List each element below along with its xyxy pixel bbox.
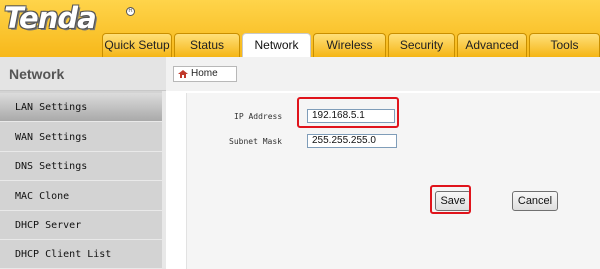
- tab-advanced[interactable]: Advanced: [457, 33, 527, 57]
- sidebar-title: Network: [0, 57, 166, 91]
- sidebar-item-dns-settings[interactable]: DNS Settings: [0, 152, 162, 181]
- header-bar: Tenda R Quick Setup Status Network Wirel…: [0, 0, 600, 58]
- registered-mark-icon: R: [126, 7, 135, 16]
- sidebar: Network LAN Settings WAN Settings DNS Se…: [0, 57, 166, 269]
- cancel-button[interactable]: Cancel: [512, 191, 558, 211]
- tenda-logo: Tenda R: [4, 1, 135, 35]
- sidebar-item-wan-settings[interactable]: WAN Settings: [0, 123, 162, 152]
- tab-wireless[interactable]: Wireless: [313, 33, 386, 57]
- sidebar-item-lan-settings[interactable]: LAN Settings: [0, 93, 162, 122]
- lan-settings-form: IP Address 192.168.5.1 Subnet Mask 255.2…: [186, 93, 600, 269]
- tab-security[interactable]: Security: [388, 33, 455, 57]
- sidebar-item-mac-clone[interactable]: MAC Clone: [0, 182, 162, 211]
- save-highlight: [430, 185, 471, 214]
- subnet-mask-label: Subnet Mask: [229, 137, 282, 146]
- ip-address-highlight: [297, 97, 399, 128]
- logo-text: Tenda: [4, 1, 97, 35]
- sidebar-divider: [162, 91, 166, 269]
- breadcrumb: Home: [166, 57, 600, 91]
- sidebar-item-dhcp-client-list[interactable]: DHCP Client List: [0, 240, 162, 269]
- tab-quick-setup[interactable]: Quick Setup: [102, 33, 172, 57]
- tab-status[interactable]: Status: [174, 33, 240, 57]
- subnet-mask-input[interactable]: 255.255.255.0: [307, 134, 397, 148]
- home-icon: [178, 70, 188, 78]
- home-label: Home: [191, 68, 218, 79]
- home-button[interactable]: Home: [173, 66, 237, 82]
- ip-address-label: IP Address: [234, 112, 283, 121]
- sidebar-item-dhcp-server[interactable]: DHCP Server: [0, 211, 162, 240]
- tab-network[interactable]: Network: [242, 33, 311, 58]
- tab-tools[interactable]: Tools: [529, 33, 600, 57]
